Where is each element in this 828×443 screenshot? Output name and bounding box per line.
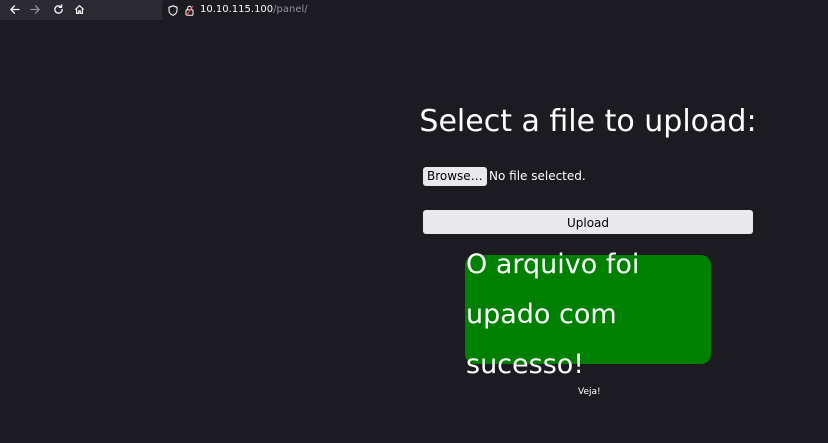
arrow-left-icon [9, 4, 20, 17]
home-icon [74, 4, 85, 17]
success-message: O arquivo foi upado com sucesso! [466, 249, 640, 380]
upload-button[interactable]: Upload [423, 210, 753, 234]
arrow-right-icon [29, 4, 41, 17]
url-host: 10.10.115.100 [200, 4, 274, 15]
veja-link[interactable]: Veja! [578, 386, 601, 398]
url-text[interactable]: 10.10.115.100/panel/ [200, 3, 308, 17]
page-title: Select a file to upload: [419, 104, 757, 139]
browser-toolbar: 10.10.115.100/panel/ [0, 0, 828, 20]
shield-icon[interactable] [166, 3, 180, 17]
home-button[interactable] [69, 0, 89, 20]
url-path: /panel/ [273, 4, 308, 15]
browse-button[interactable]: Browse… [423, 167, 487, 186]
forward-button[interactable] [25, 0, 45, 20]
lock-icon[interactable] [182, 3, 196, 17]
back-button[interactable] [4, 0, 24, 20]
reload-icon [53, 3, 64, 17]
file-status-label: No file selected. [489, 169, 586, 183]
url-bar[interactable]: 10.10.115.100/panel/ [162, 0, 828, 20]
reload-button[interactable] [48, 0, 68, 20]
